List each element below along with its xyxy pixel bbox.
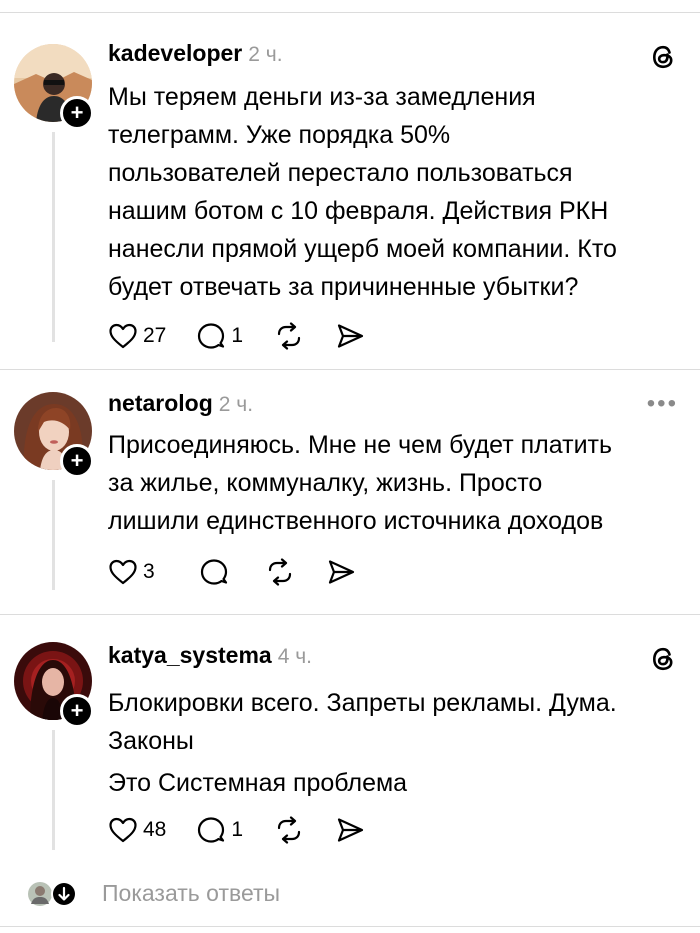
text-line: Мы теряем деньги из-за замедления [108,83,536,111]
thread-line [52,132,55,342]
post-time: 4 ч. [277,645,312,668]
thread-line [52,730,55,850]
text-line: нашим ботом с 10 февраля. Действия РКН [108,197,609,225]
share-button[interactable] [335,816,365,844]
text-line: Блокировки всего. Запреты рекламы. Дума. [108,689,617,717]
text-line: за жилье, коммуналку, жизнь. Просто [108,469,543,497]
post-divider [0,614,700,615]
text-line: телеграмм. Уже порядка 50% [108,121,451,149]
reply-button[interactable] [199,558,234,586]
follow-plus-icon[interactable]: + [60,444,94,478]
text-line: лишили единственного источника доходов [108,507,604,535]
reply-button[interactable]: 1 [196,322,243,350]
comment-icon [198,817,225,843]
post-divider [0,369,700,370]
reply-count: 1 [231,818,244,841]
send-icon [328,560,354,584]
follow-plus-icon[interactable]: + [60,96,94,130]
show-replies-button[interactable]: Показать ответы [0,868,700,918]
follow-plus-icon[interactable]: + [60,694,94,728]
post-header: netarolog 2 ч. [108,390,253,417]
post-header: kadeveloper 2 ч. [108,40,283,67]
repost-button[interactable] [273,816,305,844]
text-line: Это Системная проблема [108,769,408,797]
repost-icon [268,558,291,586]
more-options-icon[interactable]: ••• [647,390,678,418]
send-icon [337,818,364,842]
like-button[interactable]: 48 [108,816,166,844]
text-line: будет отвечать за причиненные убытки? [108,273,579,301]
post-time: 2 ч. [248,43,283,66]
comment-icon [198,323,225,349]
show-replies-label[interactable]: Показать ответы [102,880,280,907]
comment-icon [200,559,227,585]
send-icon [337,324,364,348]
text-line: Присоединяюсь. Мне не чем будет платить [108,431,613,459]
heart-icon [109,817,137,843]
post-header: katya_systema 4 ч. [108,642,312,669]
thread-line [52,480,55,590]
post-time: 2 ч. [218,393,254,416]
top-divider [0,12,700,13]
post-actions: 3 [108,554,386,590]
like-count: 3 [143,560,155,583]
reply-button[interactable]: 1 [196,816,243,844]
text-line: Законы [108,727,194,755]
share-button[interactable] [335,322,365,350]
post-actions: 48 1 [108,812,395,848]
repost-button[interactable] [264,558,296,586]
post-actions: 27 1 [108,318,395,354]
like-count: 48 [143,818,167,841]
like-button[interactable]: 27 [108,322,166,350]
share-button[interactable] [326,558,356,586]
heart-icon [109,559,137,585]
post-text: Мы теряем деньги из-за замедления телегр… [108,78,688,306]
like-button[interactable]: 3 [108,558,155,586]
repost-icon [277,816,301,844]
post-text: Присоединяюсь. Мне не чем будет платить … [108,426,688,540]
threads-logo-icon[interactable] [648,644,678,674]
text-line: пользователей перестало пользоваться [108,159,573,187]
username[interactable]: katya_systema [108,642,272,668]
text-line: нанесли прямой ущерб моей компании. Кто [108,235,617,263]
like-count: 27 [143,324,167,347]
threads-logo-icon[interactable] [648,42,678,72]
repost-icon [277,322,301,350]
username[interactable]: netarolog [108,390,213,416]
reply-count: 1 [231,324,244,347]
post-text: Блокировки всего. Запреты рекламы. Дума.… [108,684,688,802]
repost-button[interactable] [273,322,305,350]
username[interactable]: kadeveloper [108,40,242,66]
bottom-divider [0,926,700,927]
replies-avatars-icon [28,881,77,907]
heart-icon [109,323,137,349]
